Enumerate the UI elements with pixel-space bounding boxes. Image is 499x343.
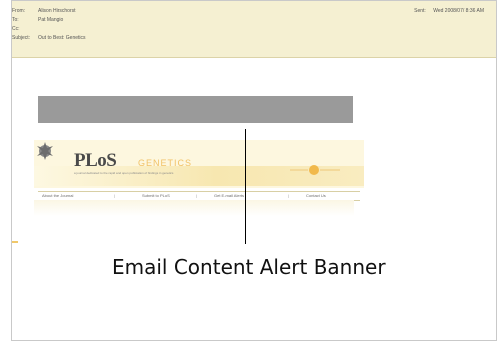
genetics-wordmark: GENETICS — [138, 158, 193, 168]
sent-info: Sent: Wed 2008/07/ 8:36 AM — [414, 6, 484, 16]
orange-badge-icon — [290, 165, 340, 175]
banner-tagline: a journal dedicated to the rapid and ope… — [74, 171, 174, 175]
nav-separator: | — [114, 193, 116, 198]
subject-value: Out to Best: Genetics — [38, 35, 86, 41]
email-alert-bar[interactable] — [38, 96, 353, 123]
email-header: From: Alison Hirschorst To: Pat Mangio C… — [12, 1, 496, 58]
plos-logo-icon — [37, 142, 53, 160]
nav-item-alerts[interactable]: Get E-mail Alerts — [214, 193, 244, 198]
subject-label: Subject: — [12, 35, 31, 41]
nav-separator: | — [288, 193, 290, 198]
plos-genetics-banner[interactable]: PLoS GENETICS a journal dedicated to the… — [34, 140, 364, 188]
to-value[interactable]: Pat Mangio — [38, 15, 63, 25]
email-window: From: Alison Hirschorst To: Pat Mangio C… — [11, 0, 497, 341]
nav-item-about[interactable]: About the Journal — [42, 193, 73, 198]
sent-value: Wed 2008/07/ 8:36 AM — [433, 8, 484, 14]
nav-separator: | — [196, 193, 198, 198]
nav-item-contact[interactable]: Contact Us — [306, 193, 326, 198]
sent-label: Sent: — [414, 8, 426, 14]
annotation-pointer-line — [245, 129, 246, 244]
banner-fade — [34, 200, 354, 216]
side-marker — [12, 241, 18, 243]
annotation-caption: Email Content Alert Banner — [112, 255, 386, 279]
plos-wordmark: PLoS — [74, 150, 117, 171]
nav-item-submit[interactable]: Submit to PLoS — [142, 193, 170, 198]
